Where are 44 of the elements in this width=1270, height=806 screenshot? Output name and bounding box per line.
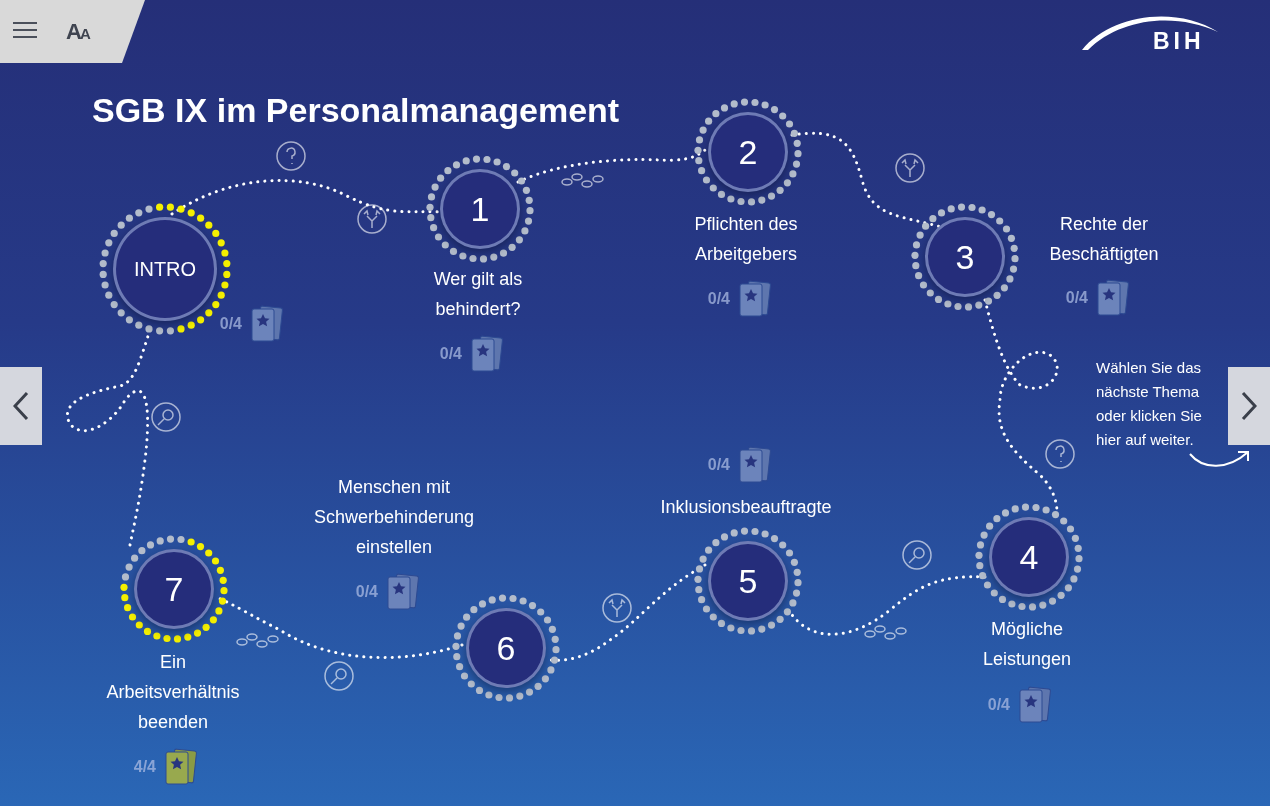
topic-node[interactable]: 5 [708,541,788,621]
score-text: 0/4 [219,315,242,333]
fork-arrows-icon [357,204,387,234]
search-icon [151,402,181,432]
score-text: 0/4 [987,696,1010,714]
topic-title: Mögliche Leistungen [981,618,1073,671]
score-text: 0/4 [707,290,730,308]
question-icon [276,141,306,171]
score-text: 0/4 [1065,289,1088,307]
logo-text: BIH [1153,28,1205,55]
curved-arrow-icon [1188,448,1252,470]
next-button[interactable] [1228,367,1270,445]
fork-arrows-icon [602,593,632,623]
chevron-left-icon [13,391,29,421]
score-text: 0/4 [707,456,730,474]
topic-node[interactable]: INTRO [113,217,217,321]
menu-icon [12,21,38,39]
chevron-right-icon [1241,391,1257,421]
question-icon [1045,439,1075,469]
topic-node[interactable]: 4 [989,517,1069,597]
score-text: 0/4 [439,345,462,363]
score-text: 4/4 [133,758,156,776]
search-icon [902,540,932,570]
font-size-button[interactable]: AA [66,18,89,45]
topic-title: Menschen mit Schwerbehinderung einstellen [312,476,476,559]
score-text: 0/4 [355,583,378,601]
prev-button[interactable] [0,367,42,445]
page-title: SGB IX im Personalmanagement [92,90,620,130]
topic-node[interactable]: 6 [466,608,546,688]
footprints-icon [864,625,907,640]
topic-node[interactable]: 7 [134,549,214,629]
topic-title: Ein Arbeitsverhältnis beenden [105,651,241,734]
topic-title: Pflichten des Arbeitgebers [693,213,799,266]
topic-node[interactable]: 1 [440,169,520,249]
topic-title: Inklusionsbeauftragte [659,496,833,519]
topic-title: Wer gilt als behindert? [432,268,524,321]
footprints-icon [561,173,604,188]
fork-arrows-icon [895,153,925,183]
topic-node[interactable]: 2 [708,112,788,192]
footprints-icon [236,633,279,648]
topic-node[interactable]: 3 [925,217,1005,297]
hint-text: Wählen Sie das nächste Thema oder klicken Sie hier auf weiter. [1096,358,1203,450]
topic-title: Rechte der Beschäftigten [1048,213,1160,266]
search-icon [324,661,354,691]
